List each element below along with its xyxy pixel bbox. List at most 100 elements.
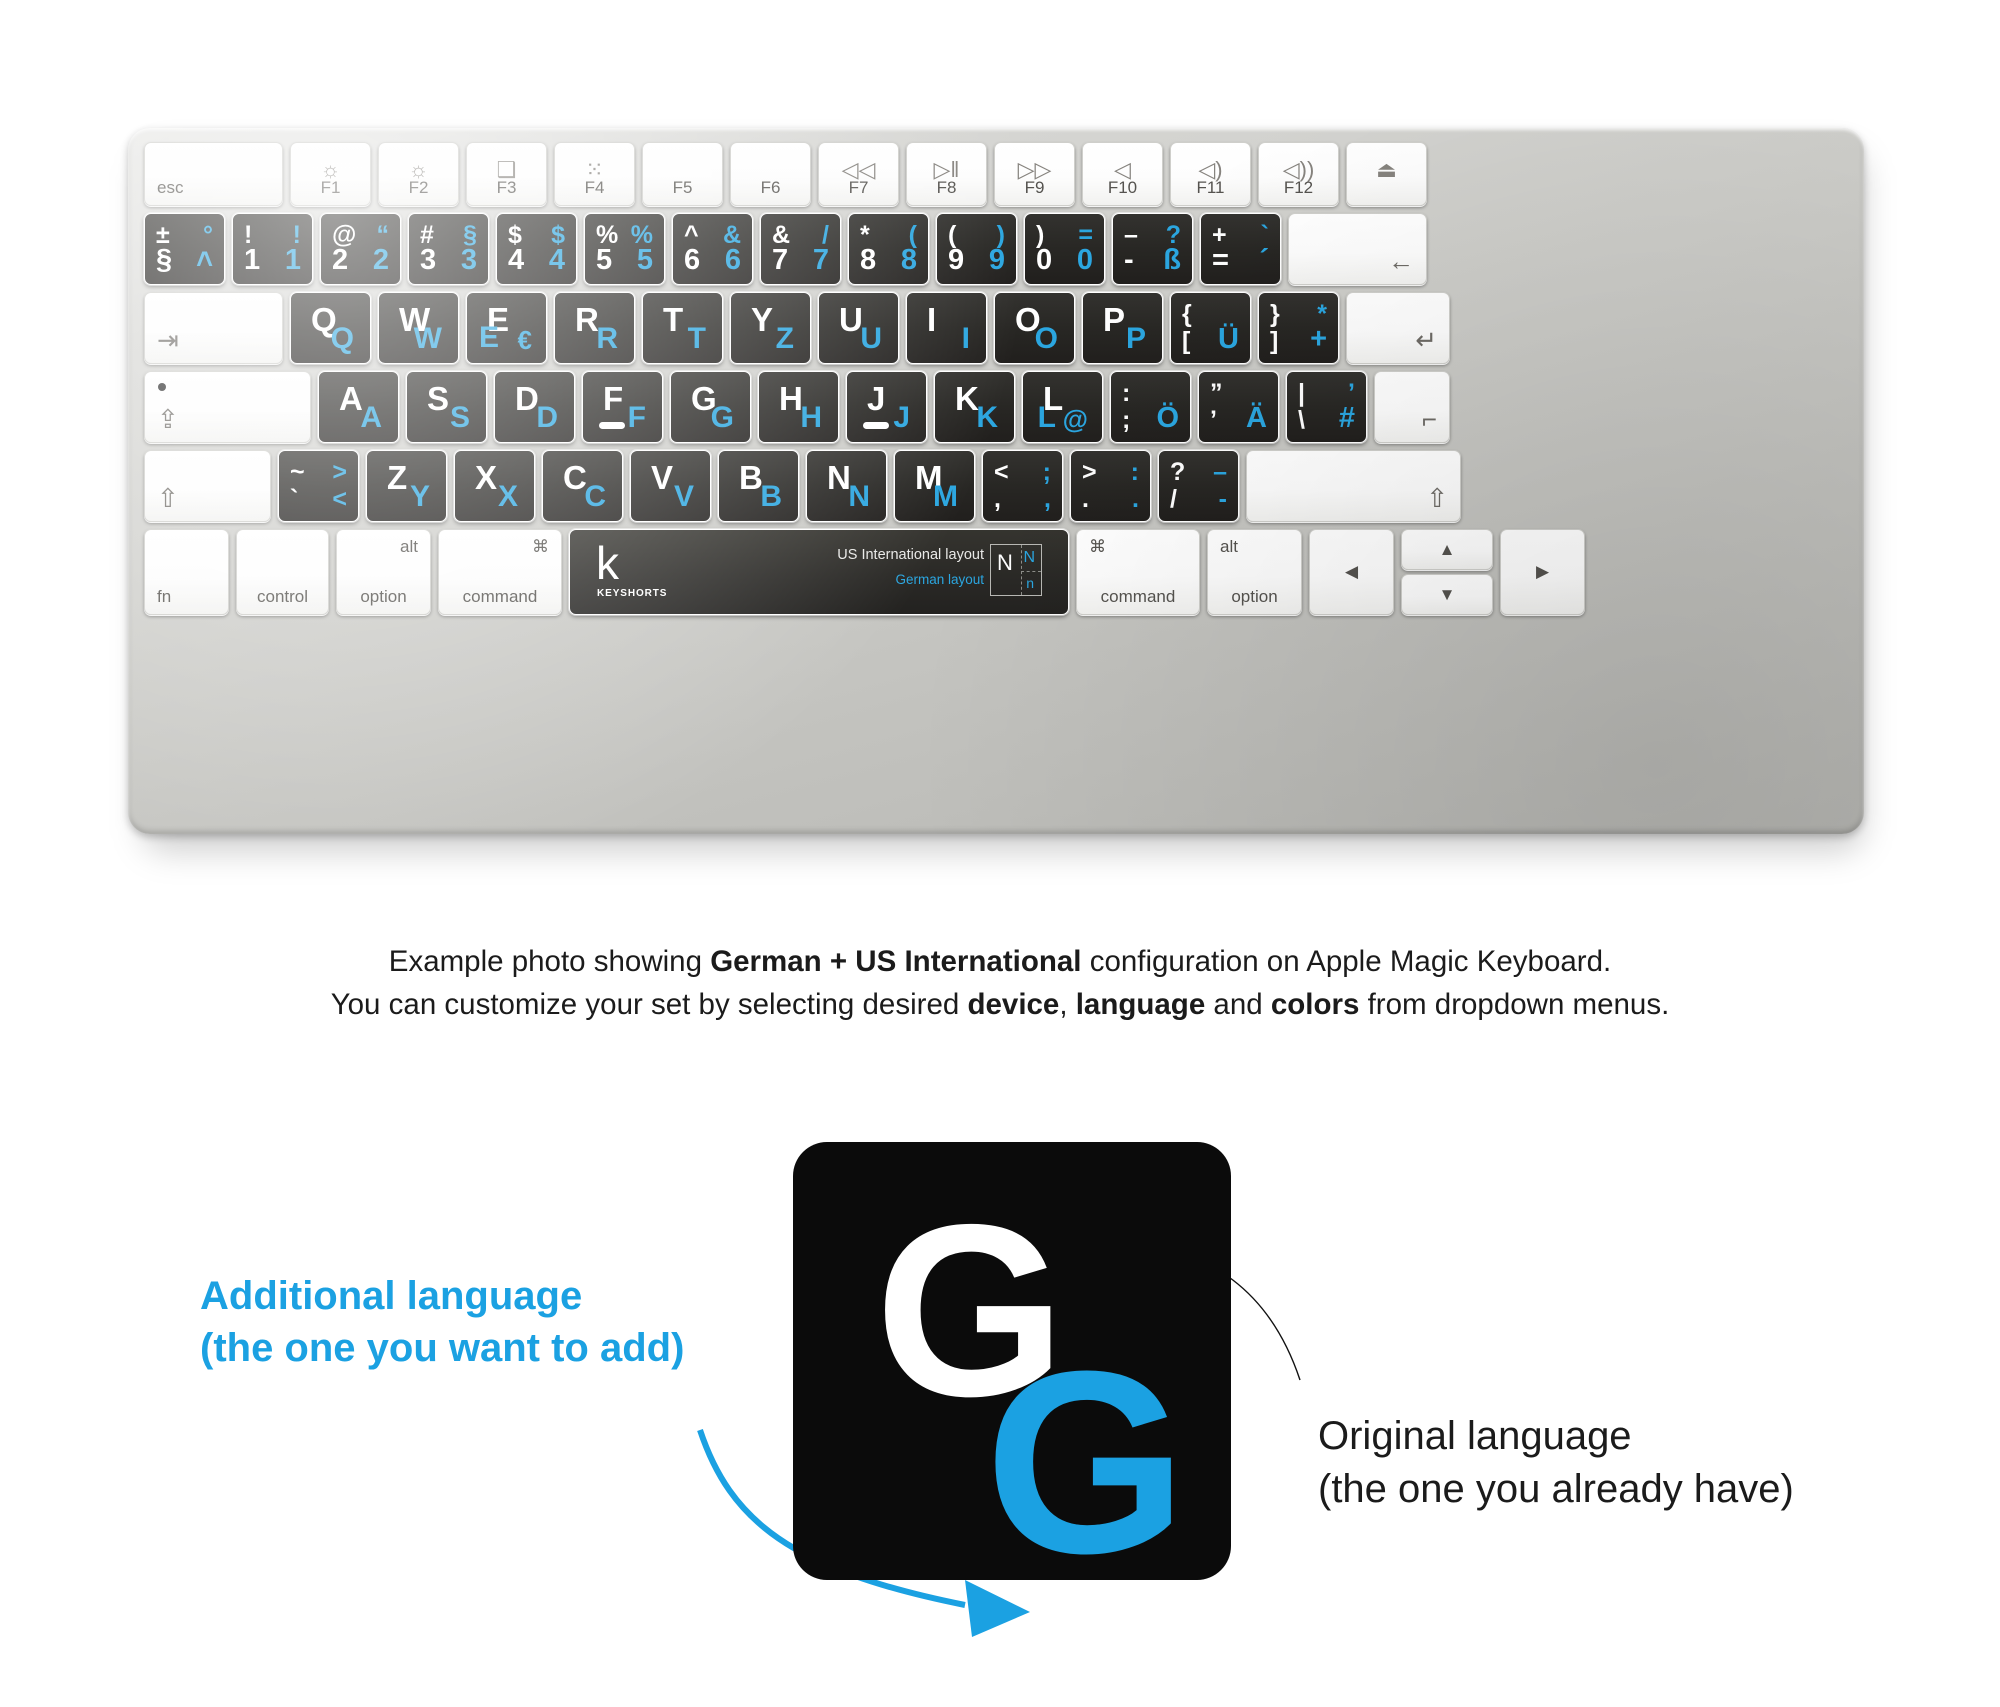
key-arrow-right[interactable]: ▶ [1500,529,1585,615]
key-return-glyph: ↵ [1415,325,1437,355]
f7[interactable]: ◁◁ F7 [818,142,899,206]
key-7[interactable]: &/7 7 [760,213,841,285]
key-period[interactable]: >:.. [1070,450,1151,522]
key-h[interactable]: HH [758,371,839,443]
key-t-secondary: T [687,322,706,355]
key-l[interactable]: L L @ [1022,371,1103,443]
layout-badge-divider-v [1021,545,1022,595]
key-rcommand[interactable]: ⌘ command [1076,529,1200,615]
key-b[interactable]: BB [718,450,799,522]
f6[interactable]: F6 [730,142,811,206]
key-p[interactable]: PP [1082,292,1163,364]
key-arrow-left[interactable]: ◀ [1309,529,1394,615]
f11[interactable]: ◁) F11 [1170,142,1251,206]
key-x-secondary: X [497,480,518,513]
key-z[interactable]: ZY [366,450,447,522]
key-section-us-shift: ~ [290,458,305,486]
key-fn[interactable]: fn [144,529,229,615]
key-5[interactable]: %% 5 5 [584,213,665,285]
key-x[interactable]: XX [454,450,535,522]
key-4[interactable]: $ $4 4 [496,213,577,285]
key-9[interactable]: () 9 9 [936,213,1017,285]
key-capslock[interactable]: ⇪ [144,371,311,443]
key-return-lower[interactable]: ⌐ [1374,371,1450,443]
key-rbracket[interactable]: } *] + [1258,292,1339,364]
key-backslash-us-base: \ [1298,406,1305,434]
f12[interactable]: ◁)) F12 [1258,142,1339,206]
key-tab[interactable]: ⇥ [144,292,283,364]
f8-label: F8 [936,178,957,197]
additional-language-label: Additional language (the one you want to… [200,1270,684,1374]
f1[interactable]: ☼ F1 [290,142,371,206]
eject[interactable]: ⏏ [1346,142,1427,206]
key-j[interactable]: JJ [846,371,927,443]
key-u[interactable]: UU [818,292,899,364]
key-rshift[interactable]: ⇧ [1246,450,1461,522]
f4-label: F4 [584,178,605,197]
key-comma[interactable]: <;,, [982,450,1063,522]
key-3[interactable]: # § 3 3 [408,213,489,285]
key-d[interactable]: DD [494,371,575,443]
key-7-de-base: 7 [812,244,829,276]
key-o[interactable]: OO [994,292,1075,364]
key-lbracket[interactable]: {[Ü [1170,292,1251,364]
f8[interactable]: ▷‖ F8 [906,142,987,206]
key-1[interactable]: !! 1 1 [232,213,313,285]
additional-language-line-2: (the one you want to add) [200,1326,685,1370]
spacebar-branding-plate[interactable]: k KEYSHORTS US International layout German … [569,529,1069,615]
key-n[interactable]: NN [806,450,887,522]
key-i[interactable]: II [906,292,987,364]
key-0[interactable]: ) = 0 0 [1024,213,1105,285]
f2[interactable]: ☼ F2 [378,142,459,206]
key-u-primary: U [839,301,863,338]
key-h-secondary: H [800,401,822,434]
f2-label: F2 [408,178,429,197]
key-w[interactable]: WW [378,292,459,364]
key-equals[interactable]: + ` = ´ [1200,213,1281,285]
key-g[interactable]: GG [670,371,751,443]
key-control[interactable]: control [236,529,329,615]
key-q[interactable]: QQ [290,292,371,364]
key-minus[interactable]: –? - ß [1112,213,1193,285]
key-e[interactable]: E E € [466,292,547,364]
key-arrow-up[interactable]: ▲ [1401,529,1493,570]
key-quote[interactable]: ”’ Ä [1198,371,1279,443]
key-loption[interactable]: alt option [336,529,431,615]
f6-label: F6 [760,178,781,197]
key-slash[interactable]: ? – / - [1158,450,1239,522]
key-m[interactable]: MM [894,450,975,522]
esc[interactable]: esc [144,142,283,206]
key-semicolon[interactable]: :; Ö [1110,371,1191,443]
key-backslash[interactable]: |’ \ # [1286,371,1367,443]
f4[interactable]: ⁙ F4 [554,142,635,206]
key-c[interactable]: CC [542,450,623,522]
key-v[interactable]: VV [630,450,711,522]
key-f[interactable]: FF [582,371,663,443]
key-t[interactable]: TT [642,292,723,364]
key-lcommand[interactable]: ⌘ command [438,529,562,615]
key-return[interactable]: ↵ [1346,292,1450,364]
f5[interactable]: F5 [642,142,723,206]
key-8[interactable]: *(8 8 [848,213,929,285]
key-6[interactable]: ^ & 6 6 [672,213,753,285]
key-delete[interactable]: ← [1288,213,1427,285]
f3[interactable]: ❑ F3 [466,142,547,206]
f10[interactable]: ◁ F10 [1082,142,1163,206]
key-arrow-down[interactable]: ▼ [1401,574,1493,615]
f9[interactable]: ▷▷ F9 [994,142,1075,206]
infographic-section: G G Additional language (the one you wan… [0,1100,2000,1700]
key-roption[interactable]: alt option [1207,529,1302,615]
key-r[interactable]: RR [554,292,635,364]
key-lshift[interactable]: ⇧ [144,450,271,522]
key-a[interactable]: AA [318,371,399,443]
capslock-indicator-dot [158,383,166,391]
key-section[interactable]: ~ > ` < [278,450,359,522]
key-s[interactable]: SS [406,371,487,443]
key-grave[interactable]: ± ° § ˄ [144,213,225,285]
key-i-secondary: I [961,322,970,355]
key-equals-us-base: = [1212,244,1229,276]
key-y[interactable]: YZ [730,292,811,364]
key-0-de-base: 0 [1076,244,1093,276]
key-2[interactable]: @ “2 2 [320,213,401,285]
key-k[interactable]: KK [934,371,1015,443]
